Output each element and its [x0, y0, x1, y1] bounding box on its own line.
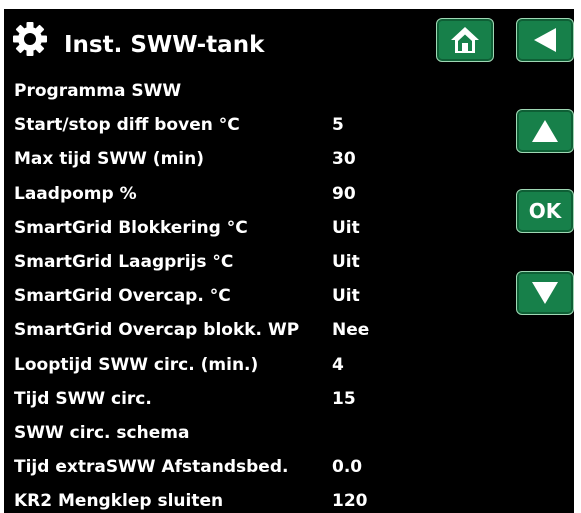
setting-label: Start/stop diff boven °C — [14, 115, 240, 136]
ok-label: OK — [528, 199, 562, 223]
display-screen: Inst. SWW-tank OK Programma SWW Start/st… — [4, 9, 574, 513]
settings-row[interactable]: Tijd SWW circ. 15 — [14, 387, 504, 421]
settings-row[interactable]: SmartGrid Laagprijs °C Uit — [14, 250, 504, 284]
setting-label: SmartGrid Overcap blokk. WP — [14, 320, 300, 341]
setting-value: Uit — [332, 286, 360, 307]
scroll-up-button[interactable] — [516, 109, 574, 153]
back-arrow-icon — [534, 28, 556, 52]
settings-row[interactable]: Looptijd SWW circ. (min.) 4 — [14, 353, 504, 387]
setting-label: Tijd extraSWW Afstandsbed. — [14, 457, 289, 478]
back-button[interactable] — [516, 18, 574, 62]
page-title: Inst. SWW-tank — [64, 32, 265, 58]
settings-row[interactable]: SmartGrid Blokkering °C Uit — [14, 216, 504, 250]
settings-row[interactable]: SmartGrid Overcap. °C Uit — [14, 284, 504, 318]
setting-value: Uit — [332, 251, 360, 272]
setting-label: Looptijd SWW circ. (min.) — [14, 354, 259, 375]
setting-label: SWW circ. schema — [14, 422, 190, 443]
setting-value: Uit — [332, 217, 360, 238]
home-icon — [451, 27, 479, 53]
header: Inst. SWW-tank — [4, 9, 574, 69]
settings-row[interactable]: Tijd extraSWW Afstandsbed. 0.0 — [14, 455, 504, 489]
settings-row[interactable]: Laadpomp % 90 — [14, 182, 504, 216]
setting-value: Nee — [332, 320, 370, 341]
gear-icon — [13, 22, 47, 56]
settings-row[interactable]: KR2 Mengklep sluiten 120 — [14, 489, 504, 513]
settings-row[interactable]: SWW circ. schema — [14, 421, 504, 455]
ok-button[interactable]: OK — [516, 189, 574, 233]
setting-label: SmartGrid Laagprijs °C — [14, 251, 234, 272]
settings-list: Programma SWW Start/stop diff boven °C 5 … — [14, 79, 504, 513]
setting-value: 0.0 — [332, 457, 363, 478]
setting-label: Tijd SWW circ. — [14, 388, 152, 409]
down-arrow-icon — [532, 282, 558, 304]
setting-value: 15 — [332, 388, 356, 409]
setting-value: 30 — [332, 149, 356, 170]
settings-row[interactable]: SmartGrid Overcap blokk. WP Nee — [14, 318, 504, 352]
setting-value: 4 — [332, 354, 344, 375]
setting-value: 5 — [332, 115, 344, 136]
setting-label: SmartGrid Overcap. °C — [14, 286, 231, 307]
settings-row[interactable]: Start/stop diff boven °C 5 — [14, 113, 504, 147]
scroll-down-button[interactable] — [516, 271, 574, 315]
setting-value: 120 — [332, 491, 368, 512]
setting-label: KR2 Mengklep sluiten — [14, 491, 224, 512]
setting-label: Laadpomp % — [14, 183, 137, 204]
settings-row[interactable]: Max tijd SWW (min) 30 — [14, 147, 504, 181]
up-arrow-icon — [532, 120, 558, 142]
settings-row[interactable]: Programma SWW — [14, 79, 504, 113]
setting-label: Programma SWW — [14, 81, 182, 101]
home-button[interactable] — [436, 18, 494, 62]
setting-label: SmartGrid Blokkering °C — [14, 217, 248, 238]
setting-value: 90 — [332, 183, 356, 204]
setting-label: Max tijd SWW (min) — [14, 149, 204, 170]
